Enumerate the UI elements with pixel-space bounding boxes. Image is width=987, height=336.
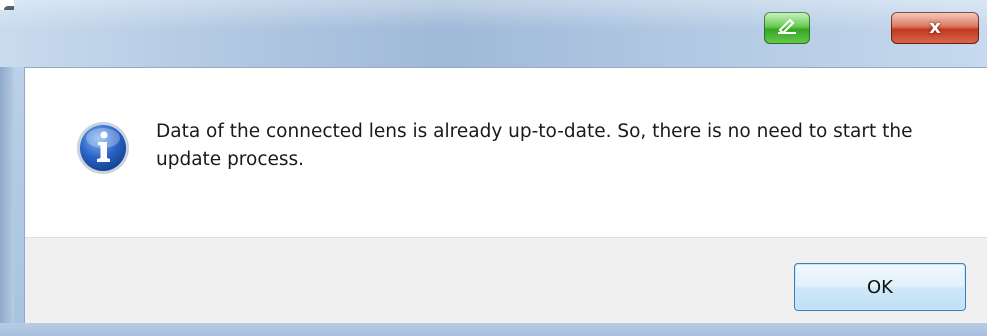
pen-icon [776,17,798,39]
window-corner [0,0,14,10]
titlebar-extra-button[interactable] [764,12,810,44]
window-bottom-border [0,323,987,336]
title-bar[interactable]: x [0,0,987,67]
dialog-message: Data of the connected lens is already up… [156,121,913,170]
close-icon: x [929,17,941,38]
information-icon [76,121,130,175]
ok-button[interactable]: OK [794,263,966,311]
button-bar: OK [25,237,987,324]
close-button[interactable]: x [891,12,979,44]
dialog-client-area: Data of the connected lens is already up… [24,67,987,324]
dialog-window: x Data of the connected lens is already … [0,0,987,336]
message-area: Data of the connected lens is already up… [25,68,987,237]
